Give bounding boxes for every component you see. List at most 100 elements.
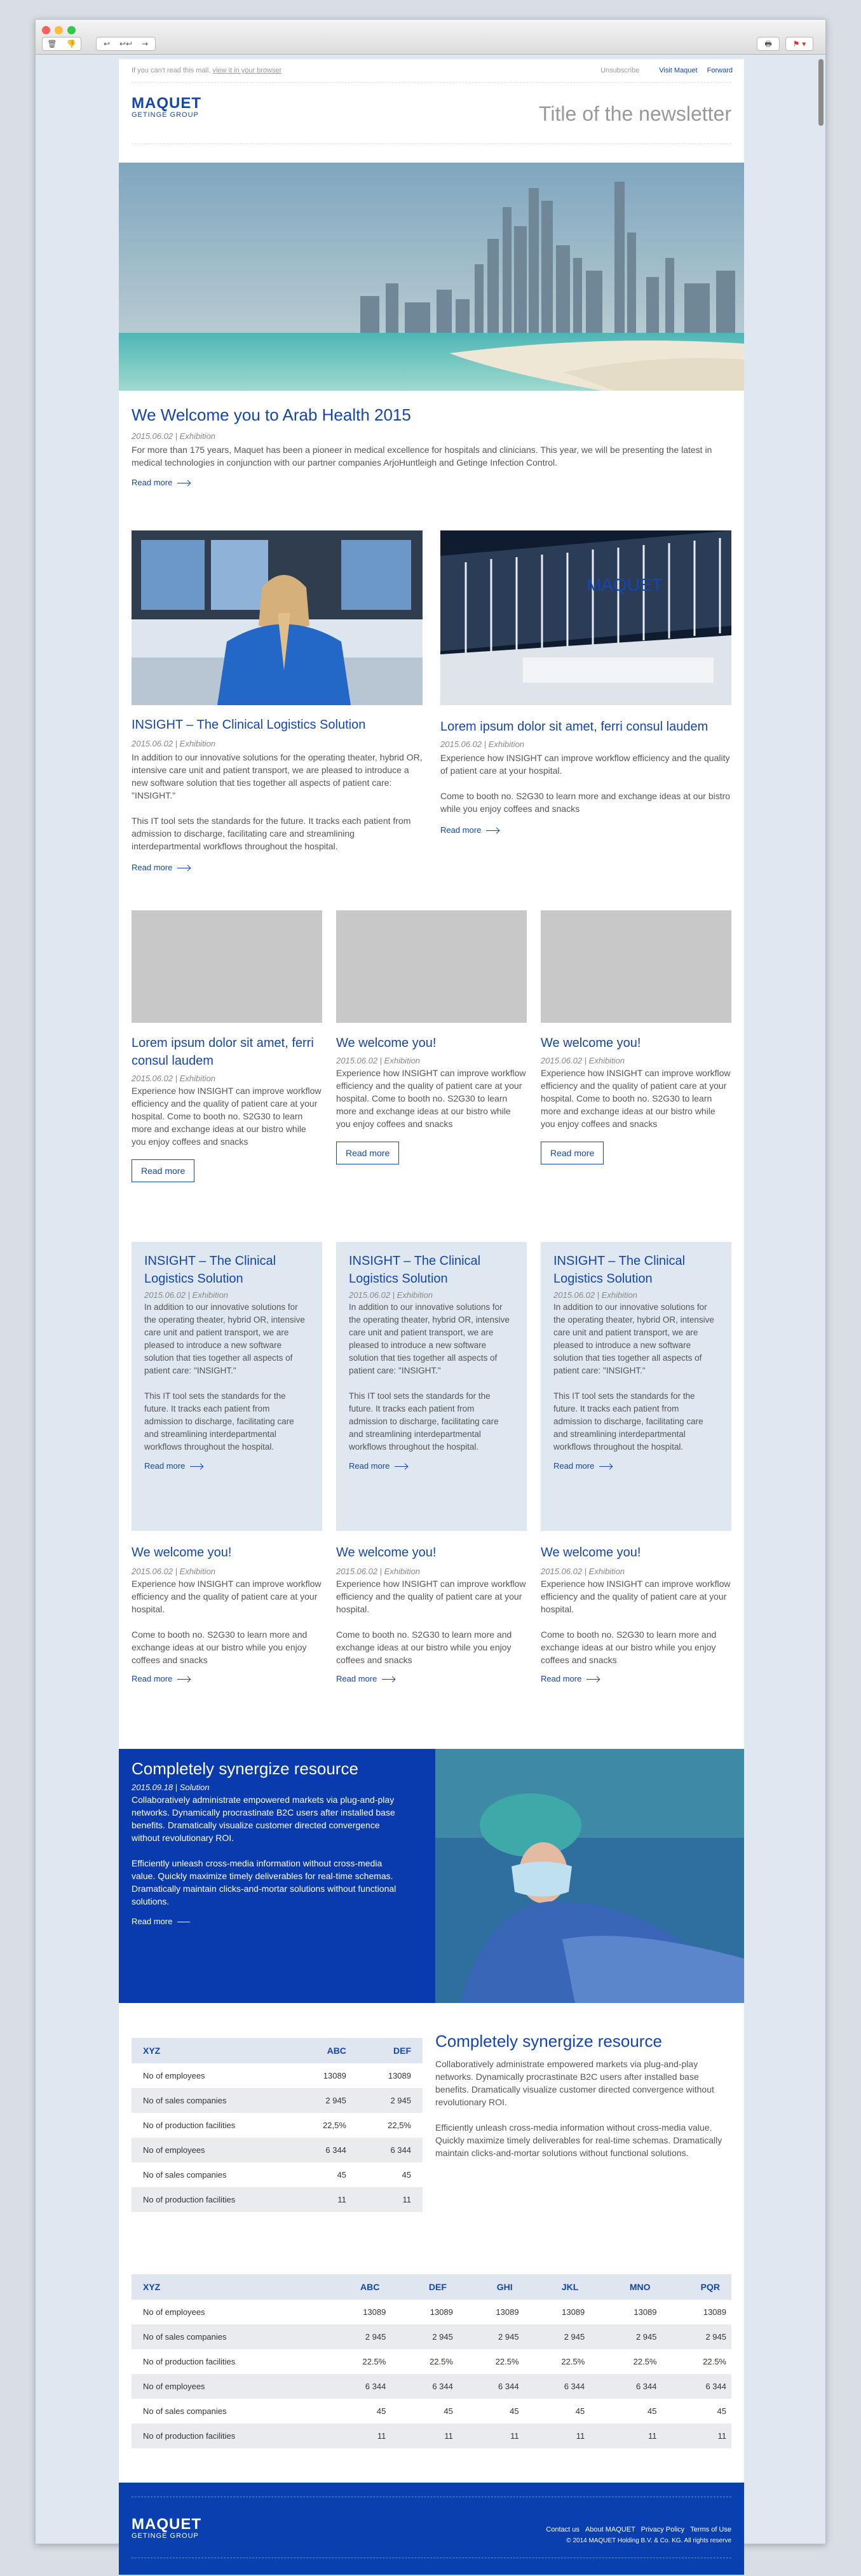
article-title[interactable]: We welcome you! [541,1034,731,1052]
read-more-label[interactable]: Read more [349,1461,390,1471]
read-more-link[interactable]: Read more [541,1674,731,1683]
read-more-link[interactable]: Read more [336,1674,527,1683]
table-cell: 22.5% [703,2357,726,2366]
article-title[interactable]: INSIGHT – The Clinical Logistics Solutio… [144,1252,309,1288]
read-more-label[interactable]: Read more [553,1461,594,1471]
visit-maquet-link[interactable]: Visit Maquet [659,67,697,74]
table-cell: 13089 [323,2071,346,2080]
article-body: This IT tool sets the standards for the … [132,816,411,851]
zoom-window-button[interactable] [67,26,76,34]
read-more-link[interactable]: Read more [132,478,731,487]
table-cell: 13089 [430,2307,453,2317]
article-meta: 2015.06.02 | Exhibition [541,1056,625,1065]
read-more-link[interactable]: Read more [440,825,731,835]
welcome-article: We welcome you! 2015.06.02 | Exhibition … [132,1546,322,1683]
read-more-label[interactable]: Read more [440,825,481,835]
table-cell: 6 344 [391,2374,458,2399]
table-cell: 11 [590,2424,662,2448]
read-more-label[interactable]: Read more [132,1917,172,1926]
privacy-link[interactable]: Privacy Policy [641,2526,684,2533]
forward-icon[interactable]: → [135,37,154,50]
side-title[interactable]: Completely synergize resource [435,2032,731,2051]
table-row: No of production facilities 11 11 11 11 11 11 [132,2424,731,2448]
feature-title[interactable]: Completely synergize resource [132,1759,423,1779]
logo-main-text: MAQUET [132,2516,201,2533]
table-cell: 45 [647,2406,657,2416]
article-body: This IT tool sets the standards for the … [349,1391,499,1452]
read-more-label[interactable]: Read more [132,478,172,487]
read-more-label[interactable]: Read more [541,1674,581,1683]
three-col-article: We welcome you! 2015.06.02 | Exhibition … [336,1034,527,1164]
scrollbar-thumb[interactable] [818,59,824,126]
article-meta: 2015.06.02 | Exhibition [144,1290,229,1300]
maquet-logo[interactable]: MAQUET GETINGE GROUP [132,96,201,119]
article-body: This IT tool sets the standards for the … [144,1391,294,1452]
read-more-link[interactable]: Read more [132,1674,322,1683]
table-row: No of sales companies 2 945 2 945 [132,2088,423,2113]
article-body: Experience how INSIGHT can improve workf… [541,1068,731,1129]
table-cell: 6 344 [590,2374,662,2399]
table-row: No of employees 13089 13089 [132,2063,423,2088]
read-more-button[interactable]: Read more [132,1159,195,1182]
unsubscribe-link[interactable]: Unsubscribe [600,67,639,74]
article-meta: 2015.06.02 | Exhibition [349,1290,433,1300]
read-more-label[interactable]: Read more [132,1674,172,1683]
article-body: Come to booth no. S2G30 to learn more an… [541,1629,717,1665]
minimize-window-button[interactable] [55,26,63,34]
article-title[interactable]: INSIGHT – The Clinical Logistics Solutio… [553,1252,719,1288]
about-link[interactable]: About MAQUET [585,2526,635,2533]
table-cell: 13089 [496,2307,519,2317]
article-title[interactable]: Lorem ipsum dolor sit amet, ferri consul… [132,1034,322,1070]
terms-link[interactable]: Terms of Use [690,2526,731,2533]
read-more-link[interactable]: Read more [144,1461,309,1471]
article-body: For more than 175 years, Maquet has been… [132,445,712,468]
article-title[interactable]: We welcome you! [336,1034,527,1052]
feature-body: Collaboratively administrate empowered m… [132,1795,395,1843]
article-title[interactable]: We welcome you! [336,1546,527,1560]
read-more-label[interactable]: Read more [144,1461,185,1471]
article-title[interactable]: INSIGHT – The Clinical Logistics Solutio… [349,1252,514,1288]
forward-link[interactable]: Forward [707,67,733,74]
article-meta: 2015.06.02 | Exhibition [541,1567,625,1576]
table-cell: 6 344 [321,2374,391,2399]
read-more-link[interactable]: Read more [553,1461,719,1471]
feature-meta: 2015.09.18 | Solution [132,1783,210,1792]
article-body: In addition to our innovative solutions … [349,1302,510,1375]
article-meta: 2015.06.02 | Exhibition [132,1074,216,1083]
read-more-button[interactable]: Read more [336,1142,400,1164]
table-cell: No of employees [132,2374,322,2399]
table-header-cell: GHI [458,2274,524,2300]
read-more-link[interactable]: Read more [132,1917,423,1926]
table-cell: No of sales companies [132,2324,322,2349]
table-cell: 6 344 [661,2374,731,2399]
table-cell: 6 344 [292,2138,358,2162]
read-more-label[interactable]: Read more [336,1674,377,1683]
article-title[interactable]: Lorem ipsum dolor sit amet, ferri consul… [440,718,731,736]
hero-article: We Welcome you to Arab Health 2015 2015.… [132,405,731,487]
reply-all-icon[interactable]: ↩↩ [116,37,135,50]
read-more-link[interactable]: Read more [349,1461,514,1471]
table-cell: No of employees [143,2071,205,2080]
footer-logo[interactable]: MAQUET GETINGE GROUP [132,2517,201,2540]
print-icon[interactable]: 🖶 [757,37,780,51]
article-title[interactable]: We Welcome you to Arab Health 2015 [132,405,731,425]
trash-icon[interactable]: 🗑 [43,37,62,50]
read-more-link[interactable]: Read more [132,863,423,872]
contact-link[interactable]: Contact us [546,2526,580,2533]
view-in-browser-link[interactable]: view it in your browser [212,67,281,74]
table-cell: No of employees [132,2138,293,2162]
article-title[interactable]: We welcome you! [132,1546,322,1560]
article-body: Experience how INSIGHT can improve workf… [440,753,730,776]
arrow-right-icon [586,1679,600,1680]
article-title[interactable]: We welcome you! [541,1546,731,1560]
three-col-article: Lorem ipsum dolor sit amet, ferri consul… [132,1034,322,1182]
junk-icon[interactable]: 👎 [62,37,81,50]
article-title[interactable]: INSIGHT – The Clinical Logistics Solutio… [132,718,423,732]
flag-icon[interactable]: ⚑ ▾ [785,37,813,51]
reply-icon[interactable]: ↩ [97,37,116,50]
close-window-button[interactable] [42,26,50,34]
table-cell: No of sales companies [143,2170,227,2180]
table-cell: 22.5% [495,2357,519,2366]
read-more-label[interactable]: Read more [132,863,172,872]
read-more-button[interactable]: Read more [541,1142,604,1164]
